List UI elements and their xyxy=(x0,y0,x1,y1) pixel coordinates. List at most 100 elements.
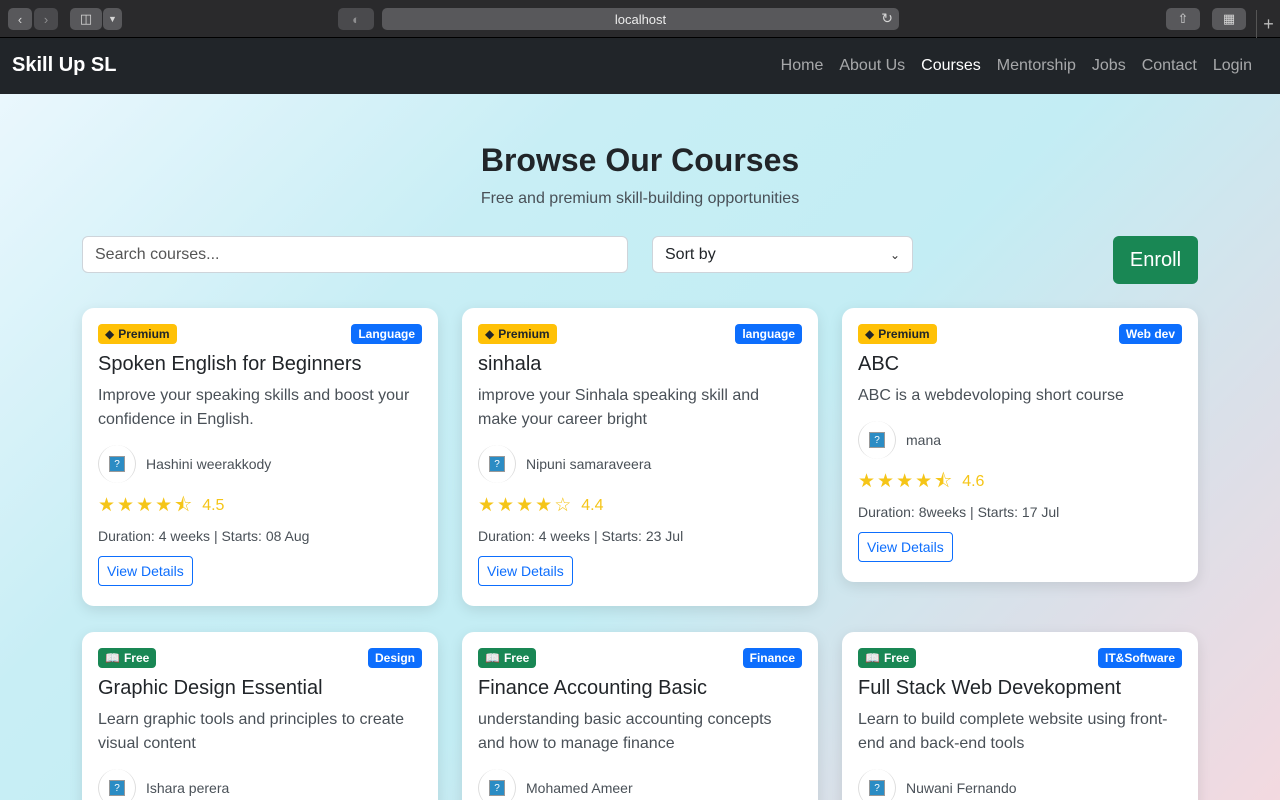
book-icon: 📖 xyxy=(105,651,120,665)
star-icon: ★ xyxy=(535,495,553,516)
course-card: ◆ Premium language sinhala improve your S… xyxy=(462,308,818,606)
avatar: ? xyxy=(478,769,516,800)
rating: ★ ★ ★ ★ ☆ 4.4 xyxy=(478,496,802,516)
instructor: ? Nipuni samaraveera xyxy=(478,444,802,484)
badge-label: Premium xyxy=(878,327,930,341)
broken-image-icon: ? xyxy=(869,432,885,448)
nav-jobs[interactable]: Jobs xyxy=(1084,56,1134,76)
premium-badge: ◆ Premium xyxy=(858,324,937,344)
premium-badge: ◆ Premium xyxy=(478,324,557,344)
broken-image-icon: ? xyxy=(869,780,885,796)
star-icon: ★ xyxy=(915,471,933,492)
course-description: Learn to build complete website using fr… xyxy=(858,711,1168,752)
course-title: Spoken English for Beginners xyxy=(98,353,362,375)
back-icon[interactable]: ‹ xyxy=(8,8,32,30)
free-badge: 📖 Free xyxy=(478,648,537,668)
instructor-name: Nipuni samaraveera xyxy=(526,456,652,472)
view-details-button[interactable]: View Details xyxy=(478,556,573,586)
category-badge: Finance xyxy=(742,648,802,668)
star-icon: ★ xyxy=(478,495,496,516)
instructor: ? Nuwani Fernando xyxy=(858,768,1182,800)
star-icon: ★ xyxy=(155,495,173,516)
reload-icon[interactable]: ↻ xyxy=(881,10,893,27)
free-badge: 📖 Free xyxy=(98,648,157,668)
instructor: ? Hashini weerakkody xyxy=(98,444,422,484)
sidebar-icon[interactable]: ◫ xyxy=(70,8,102,30)
brand-logo[interactable]: Skill Up SL xyxy=(12,54,116,77)
star-icon: ★ xyxy=(136,495,154,516)
instructor-name: Mohamed Ameer xyxy=(526,780,633,796)
tab-overview-icon[interactable]: ▦ xyxy=(1212,8,1246,30)
badge-label: Free xyxy=(883,651,910,665)
chevron-down-icon: ⌄ xyxy=(889,247,900,262)
badge-label: Premium xyxy=(118,327,170,341)
chevron-down-icon[interactable]: ▼ xyxy=(103,8,122,30)
shield-icon[interactable]: ◐ xyxy=(338,8,374,30)
course-description: Learn graphic tools and principles to cr… xyxy=(98,711,404,752)
book-icon: 📖 xyxy=(865,651,880,665)
rating-value: 4.4 xyxy=(581,497,604,514)
forward-icon[interactable]: › xyxy=(34,8,58,30)
category-badge: IT&Software xyxy=(1097,648,1182,668)
view-details-button[interactable]: View Details xyxy=(858,532,953,562)
course-description: understanding basic accounting concepts … xyxy=(478,711,772,752)
course-meta: Duration: 8weeks | Starts: 17 Jul xyxy=(858,504,1060,520)
address-bar[interactable]: localhost ↻ xyxy=(382,8,899,30)
nav-home[interactable]: Home xyxy=(773,56,832,76)
page-title: Browse Our Courses xyxy=(480,142,800,178)
nav-mentorship[interactable]: Mentorship xyxy=(989,56,1084,76)
instructor: ? mana xyxy=(858,420,1182,460)
nav-contact[interactable]: Contact xyxy=(1134,56,1205,76)
sort-select[interactable]: Sort by ⌄ xyxy=(652,236,913,273)
site-navbar: Skill Up SL Home About Us Courses Mentor… xyxy=(0,38,1280,94)
star-icon: ★ xyxy=(516,495,534,516)
course-description: Improve your speaking skills and boost y… xyxy=(98,387,410,428)
instructor-name: Ishara perera xyxy=(146,780,230,796)
nav-links: Home About Us Courses Mentorship Jobs Co… xyxy=(773,56,1260,76)
category-badge: Web dev xyxy=(1118,324,1182,344)
instructor: ? Ishara perera xyxy=(98,768,422,800)
rating: ★ ★ ★ ★ ⯪ 4.6 xyxy=(858,472,1182,492)
nav-courses[interactable]: Courses xyxy=(913,56,989,76)
instructor-name: mana xyxy=(906,432,942,448)
star-icon: ★ xyxy=(896,471,914,492)
premium-badge: ◆ Premium xyxy=(98,324,177,344)
course-card: 📖 Free Design Graphic Design Essential Le… xyxy=(82,632,438,800)
category-badge: language xyxy=(735,324,802,344)
nav-about-us[interactable]: About Us xyxy=(831,56,913,76)
free-badge: 📖 Free xyxy=(858,648,917,668)
category-badge: Design xyxy=(367,648,422,668)
star-icon: ★ xyxy=(858,471,876,492)
course-title: Full Stack Web Devekopment xyxy=(858,677,1122,699)
browser-toolbar: ‹ › ◫ ▼ ◐ localhost ↻ ⇧ ▦ + xyxy=(0,0,1280,38)
star-half-icon: ⯪ xyxy=(934,471,953,492)
badge-label: Free xyxy=(123,651,150,665)
instructor: ? Mohamed Ameer xyxy=(478,768,802,800)
rating-value: 4.5 xyxy=(202,497,225,514)
rating: ★ ★ ★ ★ ⯪ 4.5 xyxy=(98,496,422,516)
broken-image-icon: ? xyxy=(489,780,505,796)
course-meta: Duration: 4 weeks | Starts: 08 Aug xyxy=(98,528,310,544)
badge-label: Premium xyxy=(498,327,550,341)
search-input[interactable] xyxy=(82,236,628,273)
new-tab-icon[interactable]: + xyxy=(1256,10,1280,38)
course-card: ◆ Premium Web dev ABC ABC is a webdevolop… xyxy=(842,308,1198,582)
course-description: ABC is a webdevoloping short course xyxy=(858,387,1124,404)
broken-image-icon: ? xyxy=(109,456,125,472)
share-icon[interactable]: ⇧ xyxy=(1166,8,1200,30)
avatar: ? xyxy=(478,445,516,483)
avatar: ? xyxy=(98,769,136,800)
nav-login[interactable]: Login xyxy=(1205,56,1260,76)
course-title: sinhala xyxy=(478,353,542,375)
star-icon: ★ xyxy=(98,495,116,516)
rating-value: 4.6 xyxy=(962,473,985,490)
avatar: ? xyxy=(858,421,896,459)
gem-icon: ◆ xyxy=(865,327,875,341)
course-title: Graphic Design Essential xyxy=(98,677,323,699)
instructor-name: Nuwani Fernando xyxy=(906,780,1017,796)
avatar: ? xyxy=(858,769,896,800)
category-badge: Language xyxy=(351,324,422,344)
view-details-button[interactable]: View Details xyxy=(98,556,193,586)
enroll-button[interactable]: Enroll xyxy=(1113,236,1198,284)
course-title: ABC xyxy=(858,353,900,375)
